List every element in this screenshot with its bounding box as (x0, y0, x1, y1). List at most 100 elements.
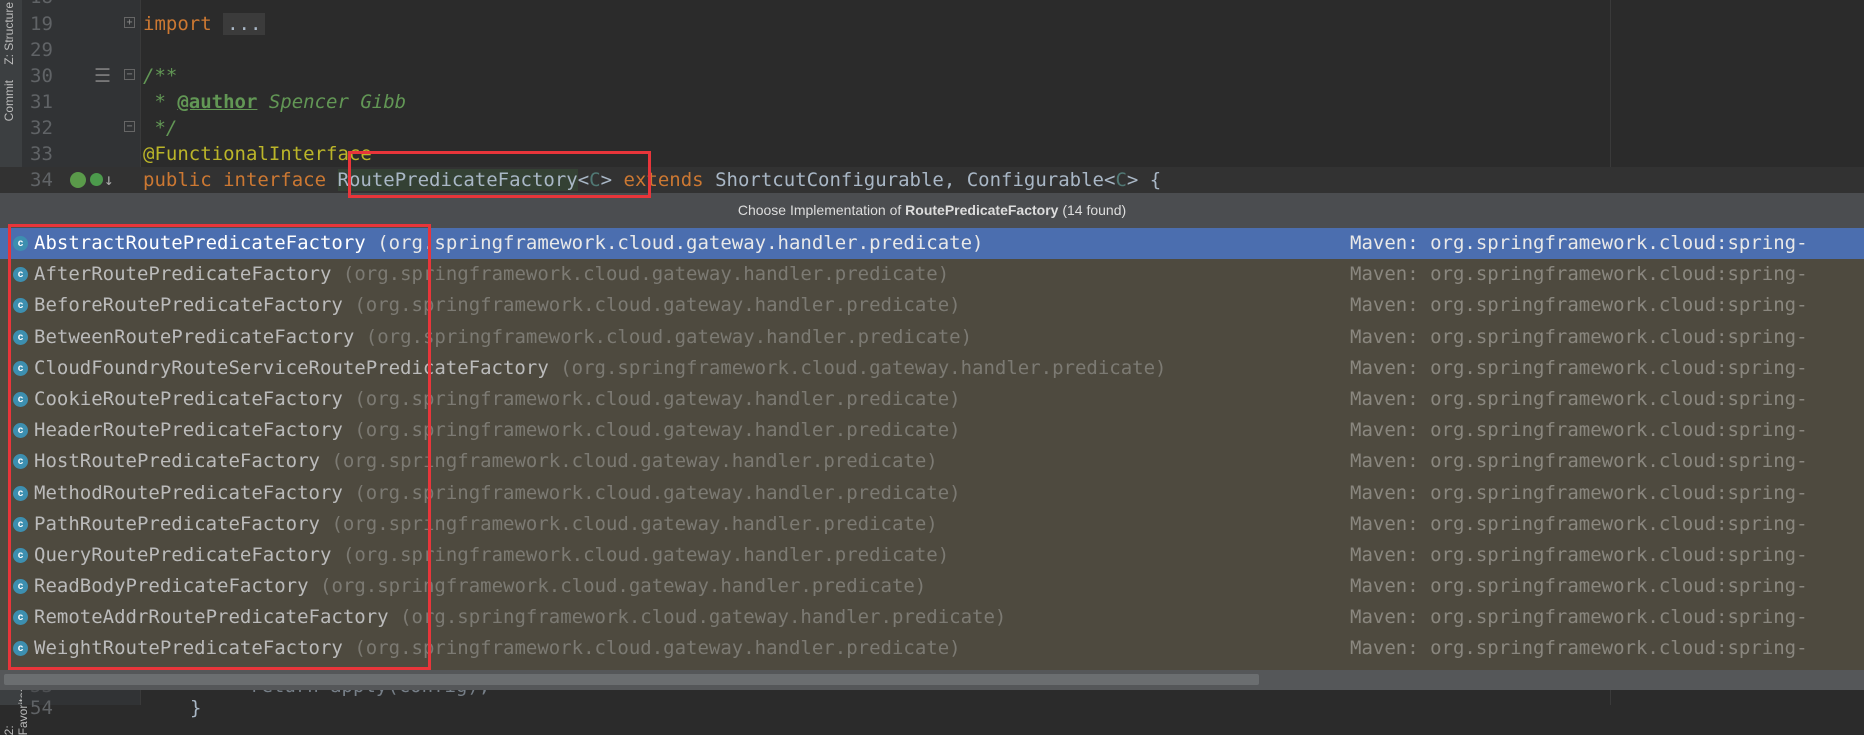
implementation-item[interactable]: c RemoteAddrRoutePredicateFactory (org.sp… (0, 602, 1864, 633)
implementation-item[interactable]: c PathRoutePredicateFactory (org.springfr… (0, 509, 1864, 540)
keyword: import (143, 13, 212, 35)
implementation-item[interactable]: c HeaderRoutePredicateFactory (org.spring… (0, 415, 1864, 446)
title-name: RoutePredicateFactory (905, 202, 1059, 218)
fold-expand-icon[interactable]: + (124, 17, 135, 28)
code-line-current: 34 ↓ public interface RoutePredicateFact… (0, 167, 1864, 193)
line-number: 33 (30, 143, 53, 165)
class-name: BeforeRoutePredicateFactory (34, 294, 343, 317)
package-name: (org.springframework.cloud.gateway.handl… (354, 637, 961, 660)
code-line: 18 (0, 0, 1864, 10)
keyword: public (143, 169, 212, 191)
implementation-item[interactable]: c BetweenRoutePredicateFactory (org.sprin… (0, 322, 1864, 353)
down-arrow-icon: ↓ (104, 170, 114, 189)
title-count: (14 found) (1058, 202, 1127, 218)
code-line: 32 − */ (0, 115, 1864, 141)
class-icon: c (13, 391, 28, 407)
line-number: 31 (30, 91, 53, 113)
line-number: 19 (30, 13, 53, 35)
supertypes: ShortcutConfigurable, Configurable< (715, 169, 1116, 191)
doc-comment: /** (143, 65, 178, 87)
punct: > { (1126, 169, 1162, 191)
fold-end-icon[interactable]: − (124, 121, 135, 132)
class-icon: c (13, 236, 28, 251)
class-name: CloudFoundryRouteServiceRoutePredicateFa… (34, 356, 549, 379)
doc-star: * (143, 91, 178, 113)
class-name: MethodRoutePredicateFactory (34, 481, 343, 504)
package-name: (org.springframework.cloud.gateway.handl… (354, 419, 961, 442)
class-icon: c (13, 610, 28, 626)
implemented-gutter-icon[interactable] (70, 172, 86, 188)
keyword: extends (623, 169, 704, 191)
line-number: 34 (30, 169, 53, 191)
implementation-item[interactable]: c ReadBodyPredicateFactory (org.springfra… (0, 571, 1864, 602)
class-name: HostRoutePredicateFactory (34, 450, 320, 473)
class-icon: c (13, 329, 28, 345)
implementation-item[interactable]: c AfterRoutePredicateFactory (org.springf… (0, 259, 1864, 290)
library-source: Maven: org.springframework.cloud:spring- (1350, 606, 1808, 629)
class-icon: c (13, 454, 28, 470)
library-source: Maven: org.springframework.cloud:spring- (1350, 419, 1808, 442)
line-number: 29 (30, 39, 53, 61)
type-param: C (589, 169, 601, 191)
package-name: (org.springframework.cloud.gateway.handl… (400, 606, 1007, 629)
library-source: Maven: org.springframework.cloud:spring- (1350, 575, 1808, 598)
class-icon: c (13, 579, 28, 595)
package-name: (org.springframework.cloud.gateway.handl… (560, 356, 1167, 379)
library-source: Maven: org.springframework.cloud:spring- (1350, 481, 1808, 504)
interface-gutter-icon[interactable] (90, 173, 103, 186)
doc-tag: @author (177, 91, 258, 113)
line-number: 54 (30, 697, 53, 719)
rendered-doc-icon[interactable]: ☰ (94, 63, 111, 89)
library-source: Maven: org.springframework.cloud:spring- (1350, 450, 1808, 473)
class-icon: c (13, 360, 28, 376)
package-name: (org.springframework.cloud.gateway.handl… (331, 450, 938, 473)
implementation-item[interactable]: c QueryRoutePredicateFactory (org.springf… (0, 540, 1864, 571)
package-name: (org.springframework.cloud.gateway.handl… (320, 575, 927, 598)
implementation-item[interactable]: c WeightRoutePredicateFactory (org.spring… (0, 633, 1864, 664)
package-name: (org.springframework.cloud.gateway.handl… (377, 232, 984, 254)
package-name: (org.springframework.cloud.gateway.handl… (342, 543, 950, 566)
popup-title: Choose Implementation of RoutePredicateF… (0, 193, 1864, 228)
title-prefix: Choose Implementation of (737, 202, 906, 218)
class-icon: c (13, 485, 28, 501)
library-source: Maven: org.springframework.cloud:spring- (1350, 232, 1808, 254)
punct: > (600, 169, 613, 191)
library-source: Maven: org.springframework.cloud:spring- (1350, 325, 1808, 348)
library-source: Maven: org.springframework.cloud:spring- (1350, 387, 1808, 410)
line-number: 32 (30, 117, 53, 139)
implementation-item[interactable]: c CloudFoundryRouteServiceRoutePredicateF… (0, 353, 1864, 384)
type-param: C (1115, 169, 1127, 191)
scrollbar-thumb[interactable] (4, 674, 1259, 685)
library-source: Maven: org.springframework.cloud:spring- (1350, 637, 1808, 660)
package-name: (org.springframework.cloud.gateway.handl… (365, 325, 973, 348)
code-line: 54 } (0, 695, 1864, 721)
implementation-item[interactable]: c BeforeRoutePredicateFactory (org.spring… (0, 290, 1864, 321)
package-name: (org.springframework.cloud.gateway.handl… (354, 294, 961, 317)
line-number: 18 (30, 0, 70, 10)
class-name: CookieRoutePredicateFactory (34, 387, 343, 410)
package-name: (org.springframework.cloud.gateway.handl… (354, 387, 961, 410)
library-source: Maven: org.springframework.cloud:spring- (1350, 263, 1808, 286)
horizontal-scrollbar[interactable] (0, 670, 1864, 690)
doc-comment: */ (143, 117, 178, 139)
interface-name[interactable]: RoutePredicateFactory (337, 169, 578, 191)
library-source: Maven: org.springframework.cloud:spring- (1350, 512, 1808, 535)
annotation: @FunctionalInterface (143, 143, 372, 165)
code-line: 31 * @author Spencer Gibb (0, 89, 1864, 115)
class-name: AbstractRoutePredicateFactory (34, 232, 366, 254)
class-icon: c (13, 298, 28, 314)
code-line: 33 @FunctionalInterface (0, 141, 1864, 167)
implementation-item[interactable]: c MethodRoutePredicateFactory (org.spring… (0, 478, 1864, 509)
class-name: RemoteAddrRoutePredicateFactory (34, 606, 389, 629)
folded-imports[interactable]: ... (223, 13, 266, 35)
class-name: HeaderRoutePredicateFactory (34, 419, 343, 442)
implementation-item[interactable]: c AbstractRoutePredicateFactory (org.spri… (0, 228, 1864, 260)
code-line: 30 ☰ − /** (0, 63, 1864, 89)
implementation-item[interactable]: c CookieRoutePredicateFactory (org.spring… (0, 384, 1864, 415)
code-line: 29 (0, 37, 1864, 63)
fold-collapse-icon[interactable]: − (124, 69, 135, 80)
implementation-item[interactable]: c HostRoutePredicateFactory (org.springfr… (0, 446, 1864, 477)
choose-implementation-popup: Choose Implementation of RoutePredicateF… (0, 193, 1864, 690)
class-icon: c (13, 641, 28, 657)
library-source: Maven: org.springframework.cloud:spring- (1350, 356, 1808, 379)
